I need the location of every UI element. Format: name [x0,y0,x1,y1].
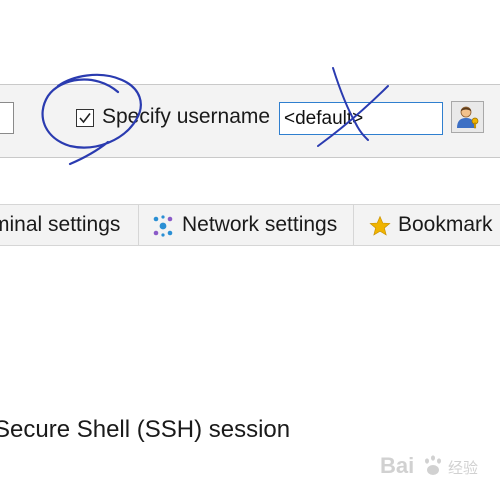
username-input[interactable] [279,102,443,135]
tab-terminal-settings[interactable]: minal settings [0,205,120,245]
specify-username-label: Specify username [102,105,271,128]
user-credentials-button[interactable] [451,101,484,133]
watermark-logo: Bai 经验 [380,453,478,478]
user-key-icon [457,106,479,129]
tab-bookmark-settings[interactable]: Bookmark [355,205,500,245]
checkmark-icon [79,113,91,124]
tab-bookmark-label: Bookmark [398,213,493,236]
star-icon [369,215,391,236]
tab-terminal-label: minal settings [0,213,121,236]
tab-network-settings[interactable]: Network settings [138,205,354,245]
tab-network-label: Network settings [182,213,338,236]
settings-tabs-bar: minal settings Network settings Bookmark [0,204,500,246]
svg-text:Bai: Bai [380,453,414,478]
svg-text:经验: 经验 [448,459,478,477]
session-type-title: Secure Shell (SSH) session [0,416,291,443]
specify-username-checkbox[interactable] [76,109,94,127]
remote-host-field[interactable] [0,102,14,134]
network-icon [153,215,173,237]
mobaxterm-session-settings: Specify username minal settings N [0,0,500,500]
